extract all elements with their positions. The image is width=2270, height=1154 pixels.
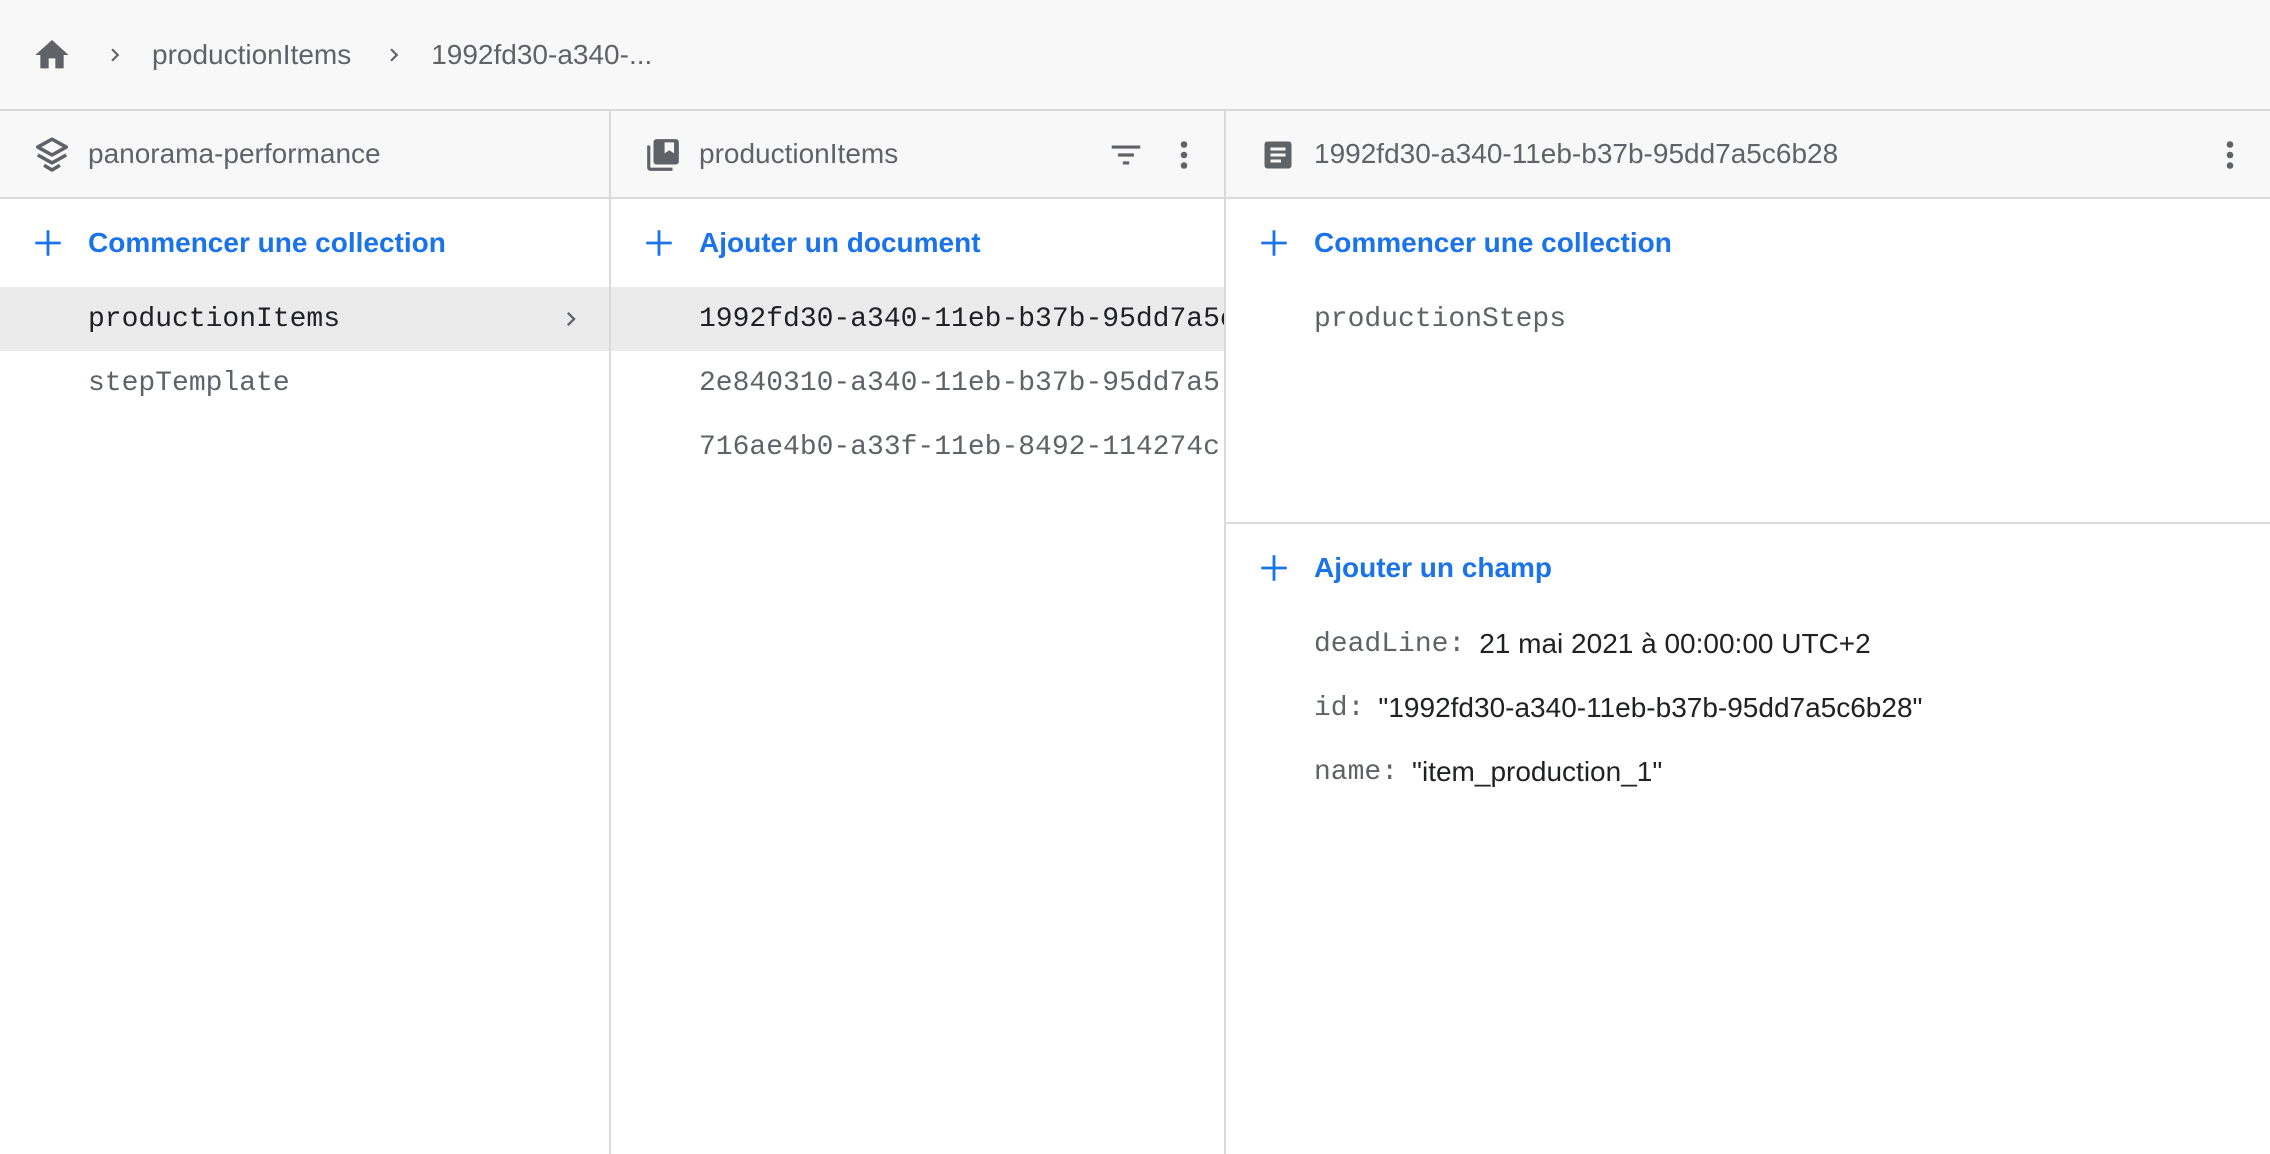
start-collection-button[interactable]: Commencer une collection [0, 199, 609, 287]
subcollections-section: Commencer une collection productionSteps [1226, 199, 2270, 524]
document-icon [1258, 135, 1298, 175]
document-actions [2206, 131, 2254, 179]
root-panel: panorama-performance Commencer une colle… [0, 111, 611, 1154]
breadcrumb-item-document[interactable]: 1992fd30-a340-... [431, 39, 652, 71]
plus-icon [30, 225, 66, 261]
collection-panel-header: productionItems [611, 111, 1224, 199]
more-vert-icon[interactable] [2206, 131, 2254, 179]
home-icon[interactable] [32, 35, 72, 75]
add-document-button[interactable]: Ajouter un document [611, 199, 1224, 287]
add-field-label: Ajouter un champ [1314, 552, 1553, 583]
firestore-project-icon [32, 135, 72, 175]
collection-panel: productionItems Ajouter un document 1992… [611, 111, 1226, 1154]
collection-item-label: productionItems [88, 303, 341, 335]
collection-item-productionItems[interactable]: productionItems [0, 287, 609, 351]
subcollection-item-label: productionSteps [1314, 303, 1567, 335]
document-panel: 1992fd30-a340-11eb-b37b-95dd7a5c6b28 Com… [1226, 111, 2270, 1154]
collection-item-label: stepTemplate [88, 367, 290, 399]
collection-icon [643, 135, 683, 175]
chevron-right-icon [102, 42, 128, 68]
document-item-label: 2e840310-a340-11eb-b37b-95dd7a5 [699, 367, 1220, 399]
plus-icon [1256, 550, 1292, 586]
start-collection-label: Commencer une collection [88, 227, 446, 258]
document-item[interactable]: 2e840310-a340-11eb-b37b-95dd7a5 [611, 351, 1224, 415]
field-row-name[interactable]: name : "item_production_1" [1226, 740, 2270, 804]
chevron-right-icon [381, 42, 407, 68]
document-title: 1992fd30-a340-11eb-b37b-95dd7a5c6b28 [1314, 138, 1839, 169]
field-value: "item_production_1" [1412, 756, 1663, 787]
breadcrumb-item-collection[interactable]: productionItems [152, 39, 351, 71]
collection-item-stepTemplate[interactable]: stepTemplate [0, 351, 609, 415]
plus-icon [641, 225, 677, 261]
add-document-label: Ajouter un document [699, 227, 981, 258]
collection-title: productionItems [699, 138, 899, 169]
more-vert-icon[interactable] [1160, 131, 1208, 179]
field-key: name [1314, 756, 1382, 788]
filter-icon[interactable] [1102, 131, 1150, 179]
field-value: "1992fd30-a340-11eb-b37b-95dd7a5c6b28" [1378, 692, 1923, 723]
breadcrumb: productionItems 1992fd30-a340-... [0, 0, 2270, 111]
root-panel-header: panorama-performance [0, 111, 609, 199]
document-item-label: 1992fd30-a340-11eb-b37b-95dd7a5c6b28 [699, 303, 1224, 335]
start-collection-button[interactable]: Commencer une collection [1226, 199, 2270, 287]
field-colon: : [1448, 628, 1466, 660]
field-colon: : [1347, 692, 1365, 724]
subcollection-item-productionSteps[interactable]: productionSteps [1226, 287, 2270, 351]
field-key: deadLine [1314, 628, 1449, 660]
chevron-right-icon [557, 305, 585, 333]
document-panel-header: 1992fd30-a340-11eb-b37b-95dd7a5c6b28 [1226, 111, 2270, 199]
document-item[interactable]: 716ae4b0-a33f-11eb-8492-114274c [611, 415, 1224, 479]
collection-actions [1102, 131, 1208, 179]
field-value: 21 mai 2021 à 00:00:00 UTC+2 [1479, 628, 1871, 659]
start-collection-label: Commencer une collection [1314, 227, 1672, 258]
field-colon: : [1381, 756, 1399, 788]
field-key: id [1314, 692, 1348, 724]
project-title: panorama-performance [88, 138, 381, 169]
document-item[interactable]: 1992fd30-a340-11eb-b37b-95dd7a5c6b28 [611, 287, 1224, 351]
field-row-id[interactable]: id : "1992fd30-a340-11eb-b37b-95dd7a5c6b… [1226, 676, 2270, 740]
add-field-button[interactable]: Ajouter un champ [1226, 524, 2270, 612]
document-item-label: 716ae4b0-a33f-11eb-8492-114274c [699, 431, 1220, 463]
plus-icon [1256, 225, 1292, 261]
field-row-deadLine[interactable]: deadLine : 21 mai 2021 à 00:00:00 UTC+2 [1226, 612, 2270, 676]
